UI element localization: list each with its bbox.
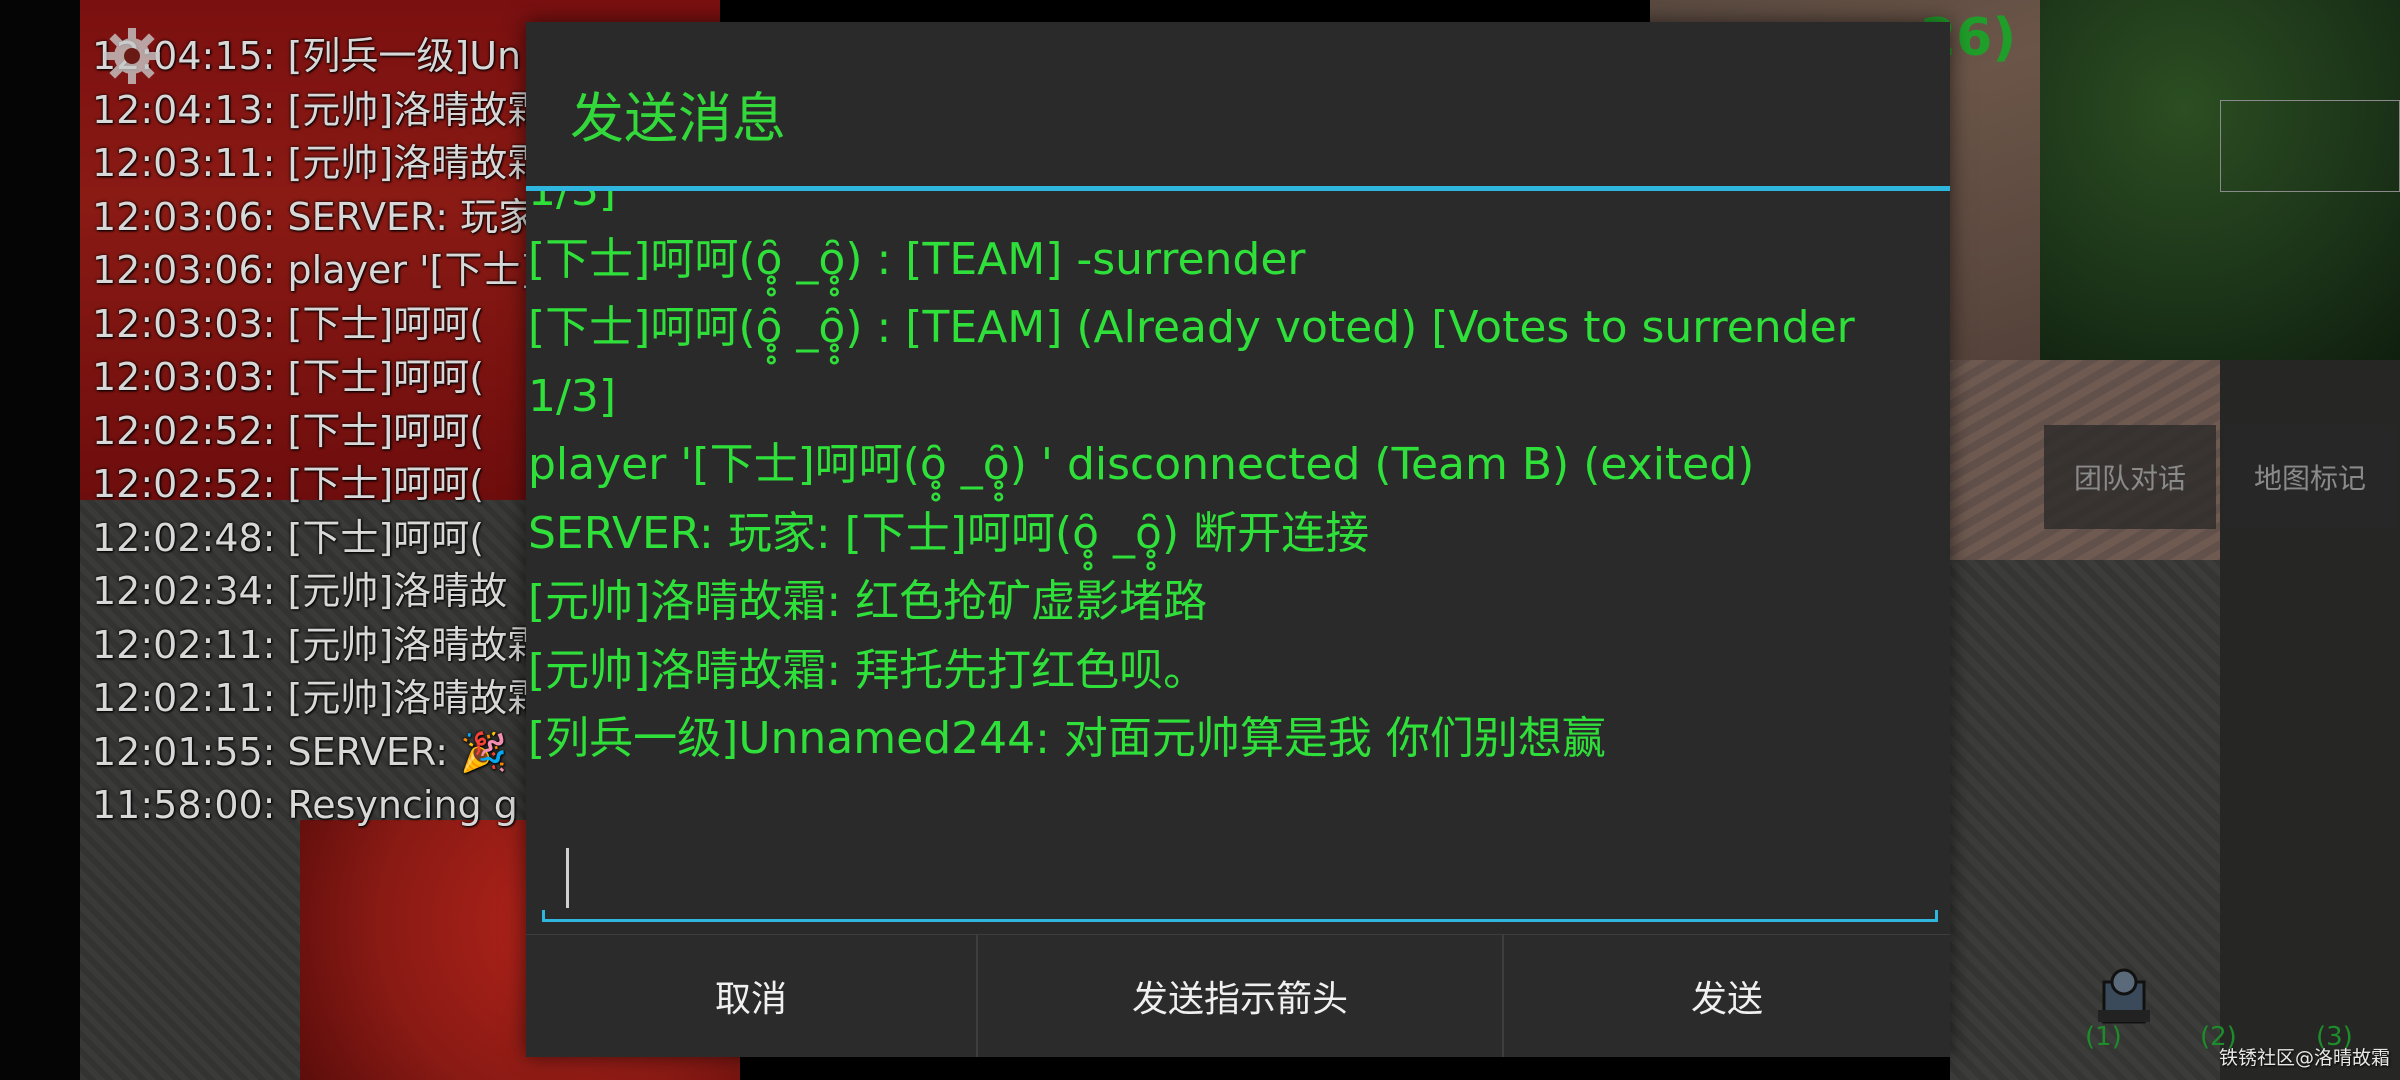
chat-log-line: 12:03:03: [下士]呵呵( bbox=[92, 355, 485, 399]
cancel-button[interactable]: 取消 bbox=[526, 935, 976, 1057]
chat-log-line: 12:02:48: [下士]呵呵( bbox=[92, 515, 485, 560]
chat-log-line: 12:03:03: [下士]呵呵( bbox=[92, 301, 485, 346]
chat-log-line: 11:58:00: Resyncing g bbox=[92, 783, 518, 827]
team-chat-button[interactable]: 团队对话 bbox=[2044, 425, 2216, 529]
map-marker-button[interactable]: 地图标记 bbox=[2224, 425, 2396, 529]
message-line: SERVER: 玩家: [下士]呵呵(ȏ̥̥ _ȏ̥̥) 断开连接 bbox=[528, 507, 1370, 559]
message-list: 1/3] [下士]呵呵(ȏ̥̥ _ȏ̥̥) : [TEAM] -surrender… bbox=[526, 191, 1950, 774]
chat-log-line: 12:04:13: [元帅]洛晴故霜 bbox=[92, 87, 532, 132]
chat-log-line: 12:03:06: SERVER: 玩家 bbox=[92, 194, 532, 239]
chat-log-line: 12:02:11: [元帅]洛晴故霜 bbox=[92, 622, 532, 667]
gear-icon[interactable] bbox=[100, 24, 164, 88]
minimap-frame[interactable] bbox=[2220, 100, 2400, 192]
left-letterbox bbox=[0, 0, 80, 1080]
dialog-title: 发送消息 bbox=[570, 87, 786, 150]
watermark: 铁锈社区@洛晴故霜 bbox=[2218, 1047, 2390, 1069]
chat-log-line: 12:02:52: [下士]呵呵( bbox=[92, 408, 485, 453]
message-line: [元帅]洛晴故霜: 拜托先打红色呗。 bbox=[528, 644, 1208, 696]
message-input[interactable] bbox=[536, 822, 1944, 922]
message-line: [下士]呵呵(ȏ̥̥ _ȏ̥̥) : [TEAM] (Already voted… bbox=[528, 302, 1855, 353]
message-line: 1/3] bbox=[528, 370, 616, 422]
chat-log: 12:04:15: [列兵一级]Un 12:04:13: [元帅]洛晴故霜 12:0… bbox=[92, 30, 532, 833]
send-message-dialog: 发送消息 1/3] [下士]呵呵(ȏ̥̥ _ȏ̥̥) : [TEAM] -surr… bbox=[526, 22, 1950, 1057]
text-cursor bbox=[566, 848, 569, 908]
message-line: 1/3] bbox=[526, 191, 1950, 226]
send-arrow-button[interactable]: 发送指示箭头 bbox=[976, 935, 1502, 1057]
chat-log-line: 12:02:34: [元帅]洛晴故 bbox=[92, 569, 508, 613]
chat-log-line: 12:02:11: [元帅]洛晴故霜 bbox=[92, 676, 532, 720]
send-button[interactable]: 发送 bbox=[1502, 935, 1950, 1057]
message-line: [列兵一级]Unnamed244: 对面元帅算是我 你们别想赢 bbox=[528, 713, 1606, 764]
message-line: [下士]呵呵(ȏ̥̥ _ȏ̥̥) : [TEAM] -surrender bbox=[528, 233, 1306, 285]
chat-log-line: 12:03:11: [元帅]洛晴故霜 bbox=[92, 141, 532, 185]
chat-log-line: 12:01:55: SERVER: 🎉 bbox=[92, 729, 508, 774]
input-underline bbox=[542, 910, 1938, 922]
dialog-button-bar: 取消 发送指示箭头 发送 bbox=[526, 934, 1950, 1057]
message-line: [元帅]洛晴故霜: 红色抢矿虚影堵路 bbox=[528, 576, 1208, 627]
control-group-1[interactable]: (1) bbox=[2085, 1022, 2122, 1052]
message-line: player '[下士]呵呵(ȏ̥̥ _ȏ̥̥) ' disconnected … bbox=[528, 439, 1755, 490]
chat-log-line: 12:03:06: player '[下士] bbox=[92, 248, 532, 292]
message-history[interactable]: 1/3] [下士]呵呵(ȏ̥̥ _ȏ̥̥) : [TEAM] -surrender… bbox=[526, 191, 1950, 811]
chat-log-line: 12:02:52: [下士]呵呵( bbox=[92, 462, 485, 506]
